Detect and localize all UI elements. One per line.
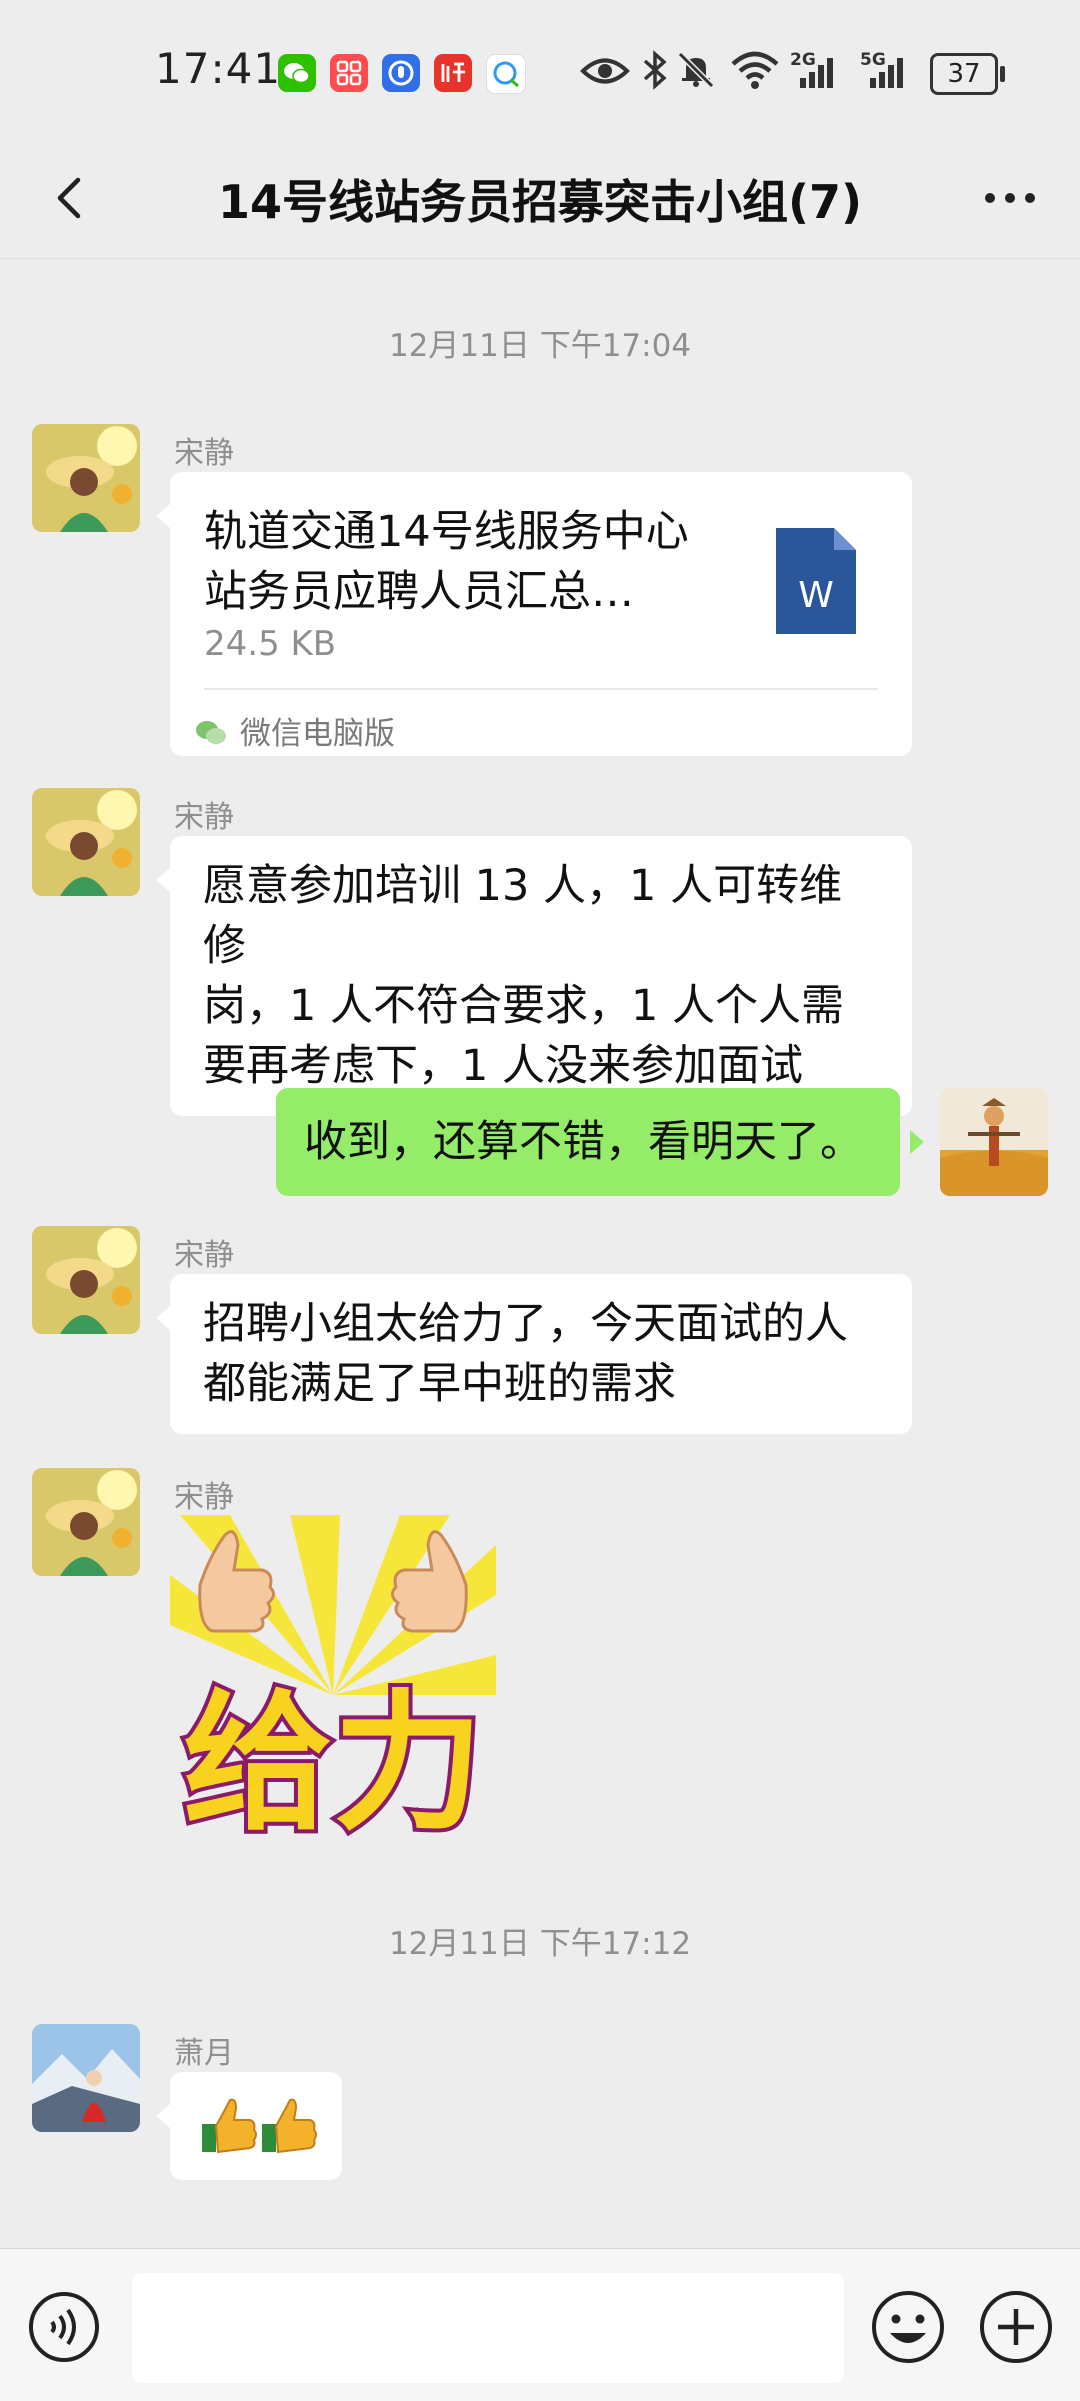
sticker-message[interactable]: 给力 bbox=[170, 1515, 496, 1855]
input-bar bbox=[0, 2248, 1080, 2401]
avatar[interactable] bbox=[32, 1468, 140, 1576]
file-name: 轨道交通14号线服务中心 站务员应聘人员汇总… bbox=[204, 502, 724, 622]
avatar-image bbox=[940, 1088, 1048, 1196]
back-button[interactable] bbox=[40, 168, 100, 228]
chat-header: 14号线站务员招募突击小组(7) bbox=[0, 140, 1080, 259]
wechat-pc-icon bbox=[194, 704, 228, 764]
more-functions-button[interactable] bbox=[978, 2289, 1054, 2365]
message-line: 愿意参加培训 13 人，1 人可转维修 bbox=[203, 861, 843, 971]
avatar-image bbox=[32, 2024, 140, 2132]
word-file-icon: W bbox=[776, 528, 856, 650]
avatar[interactable] bbox=[32, 424, 140, 532]
text-message[interactable]: 招聘小组太给力了，今天面试的人 都能满足了早中班的需求 bbox=[170, 1274, 912, 1434]
listen-app-icon bbox=[434, 54, 472, 92]
wechat-icon bbox=[278, 54, 316, 92]
voice-icon bbox=[29, 2292, 99, 2362]
avatar[interactable] bbox=[32, 788, 140, 896]
app-grid-icon bbox=[330, 54, 368, 92]
chevron-left-icon bbox=[57, 177, 81, 219]
sticker-text: 给力 bbox=[183, 1677, 483, 1843]
emoji-button[interactable] bbox=[870, 2289, 946, 2365]
sender-name: 宋静 bbox=[174, 436, 234, 471]
message-line: 要再考虑下，1 人没来参加面试 bbox=[203, 1041, 804, 1091]
more-button[interactable] bbox=[980, 168, 1040, 228]
emoji-icon bbox=[872, 2291, 944, 2363]
battery-icon: 37 bbox=[930, 53, 1005, 95]
message-line: 招聘小组太给力了，今天面试的人 bbox=[203, 1299, 848, 1349]
emoji-message[interactable]: 👍👍 bbox=[170, 2072, 342, 2180]
bubble-tail bbox=[156, 868, 170, 892]
wifi-icon bbox=[730, 50, 780, 99]
sticker-image: 给力 bbox=[170, 1515, 496, 1855]
more-dots-icon bbox=[985, 193, 1035, 203]
plus-icon bbox=[980, 2291, 1052, 2363]
thumbs-up-icon bbox=[202, 2098, 317, 2154]
message-line: 都能满足了早中班的需求 bbox=[203, 1359, 676, 1409]
bluetooth-icon bbox=[640, 50, 670, 99]
mute-bell-icon bbox=[676, 50, 716, 99]
status-bar: 17:41 2G 5G 37 bbox=[0, 0, 1080, 140]
voice-button[interactable] bbox=[28, 2291, 100, 2363]
avatar-image bbox=[32, 424, 140, 532]
file-name-line: 站务员应聘人员汇总… bbox=[204, 567, 634, 617]
avatar-image bbox=[32, 1226, 140, 1334]
chat-app-icon bbox=[486, 54, 526, 94]
bubble-tail bbox=[156, 1306, 170, 1330]
bubble-tail bbox=[156, 2104, 170, 2128]
chat-timestamp: 12月11日 下午17:04 bbox=[388, 328, 692, 364]
avatar-image bbox=[32, 788, 140, 896]
status-time: 17:41 bbox=[155, 44, 282, 93]
chat-title: 14号线站务员招募突击小组(7) bbox=[217, 175, 863, 229]
avatar[interactable] bbox=[32, 2024, 140, 2132]
sender-name: 宋静 bbox=[174, 1480, 234, 1515]
message-line: 岗，1 人不符合要求，1 人个人需 bbox=[203, 981, 845, 1031]
sender-name: 宋静 bbox=[174, 800, 234, 835]
card-divider bbox=[204, 688, 878, 690]
file-type-letter: W bbox=[798, 575, 834, 616]
avatar-image bbox=[32, 1468, 140, 1576]
self-avatar[interactable] bbox=[940, 1088, 1048, 1196]
sender-name: 萧月 bbox=[174, 2036, 234, 2071]
file-size: 24.5 KB bbox=[204, 624, 337, 664]
bubble-tail bbox=[910, 1130, 924, 1154]
avatar[interactable] bbox=[32, 1226, 140, 1334]
text-message[interactable]: 愿意参加培训 13 人，1 人可转维修 岗，1 人不符合要求，1 人个人需 要再… bbox=[170, 836, 912, 1116]
eye-icon bbox=[580, 54, 630, 97]
message-input[interactable] bbox=[132, 2273, 844, 2383]
file-message-card[interactable]: 轨道交通14号线服务中心 站务员应聘人员汇总… 24.5 KB W 微信电脑版 bbox=[170, 472, 912, 756]
bubble-tail bbox=[156, 504, 170, 528]
file-name-line: 轨道交通14号线服务中心 bbox=[204, 507, 689, 557]
file-source-label: 微信电脑版 bbox=[240, 716, 395, 752]
chat-timestamp: 12月11日 下午17:12 bbox=[388, 1926, 692, 1962]
sender-name: 宋静 bbox=[174, 1238, 234, 1273]
shield-app-icon bbox=[382, 54, 420, 92]
self-text-message[interactable]: 收到，还算不错，看明天了。 bbox=[276, 1088, 900, 1196]
